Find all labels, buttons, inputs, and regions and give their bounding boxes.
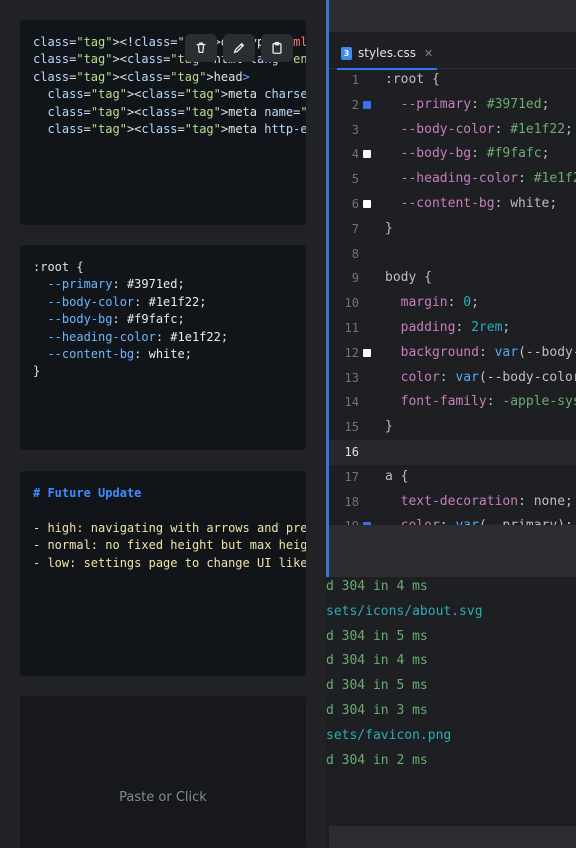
line-number: 2: [351, 97, 359, 112]
color-swatch-icon[interactable]: [363, 200, 371, 208]
code-text: body {: [385, 270, 432, 286]
code-text: margin: 0;: [400, 295, 479, 311]
code-line[interactable]: 6 --content-bg: white;: [329, 192, 576, 217]
clipboard-item-toolbar: [185, 34, 293, 62]
status-bar: [329, 826, 576, 848]
copy-button[interactable]: [261, 34, 293, 62]
console-link[interactable]: sets/favicon.png: [326, 728, 451, 743]
line-number: 9: [351, 271, 359, 286]
code-line[interactable]: 4 --body-bg: #f9fafc;: [329, 142, 576, 167]
code-line[interactable]: 9 body {: [329, 266, 576, 291]
code-line[interactable]: 15}: [329, 415, 576, 440]
edit-button[interactable]: [223, 34, 255, 62]
paste-area[interactable]: Paste or Click: [20, 696, 306, 848]
code-text: --body-color: #1e1f22;: [400, 121, 573, 137]
color-swatch-icon[interactable]: [363, 150, 371, 159]
line-number: 17: [344, 469, 359, 484]
line-number: 18: [344, 494, 359, 509]
clipboard-item-html[interactable]: class="tag"><!class="tag">doctype html> …: [20, 20, 306, 225]
editor-tab-bar: 3 styles.css ✕: [329, 33, 576, 70]
run-console[interactable]: d 304 in 4 ms sets/icons/about.svg d 304 i…: [326, 577, 576, 827]
tab-styles-css[interactable]: 3 styles.css ✕: [337, 38, 438, 70]
clipboard-item-markdown[interactable]: # Future Update - high: navigating with …: [20, 471, 306, 676]
code-line[interactable]: 12 background: var(--body-bg);: [329, 341, 576, 366]
code-text: font-family: -apple-system;: [400, 394, 576, 410]
console-line: d 304 in 2 ms: [326, 752, 428, 768]
panel-divider: [329, 525, 576, 577]
console-line: d 304 in 3 ms: [326, 703, 428, 718]
line-number: 14: [344, 395, 359, 410]
code-text: }: [385, 220, 393, 236]
close-icon[interactable]: ✕: [424, 47, 433, 60]
code-editor[interactable]: 1:root {2 --primary: #3971ed; 3 --body-co…: [329, 68, 576, 525]
code-line[interactable]: 16: [329, 440, 576, 465]
console-line: d 304 in 5 ms: [326, 628, 428, 644]
code-line[interactable]: 7}: [329, 217, 576, 242]
delete-button[interactable]: [185, 34, 217, 62]
console-line: d 304 in 5 ms: [326, 678, 428, 694]
code-text: text-decoration: none;: [400, 493, 573, 509]
editor-title-bar: [329, 0, 576, 33]
code-text: color: var(--primary);: [385, 514, 573, 525]
code-text: :root {: [385, 72, 440, 87]
code-line[interactable]: 2 --primary: #3971ed;: [329, 93, 576, 118]
code-text: padding: 2rem;: [400, 320, 511, 335]
code-text: a {: [385, 468, 409, 484]
clipboard-item-content: # Future Update - high: navigating with …: [33, 486, 306, 570]
clipboard-item-css[interactable]: :root { --primary: #3971ed; --body-color…: [20, 245, 306, 450]
code-text: }: [385, 419, 393, 435]
line-number: 10: [344, 296, 359, 311]
line-number: 12: [344, 345, 359, 360]
line-number: 11: [344, 321, 359, 335]
code-line[interactable]: 10 margin: 0;: [329, 291, 576, 316]
code-text: --content-bg: white;: [400, 196, 558, 211]
color-swatch-icon[interactable]: [363, 175, 371, 184]
color-swatch-icon[interactable]: [363, 125, 371, 134]
clipboard-panel: class="tag"><!class="tag">doctype html> …: [0, 0, 326, 848]
line-number: 16: [344, 445, 359, 459]
code-text: --heading-color: #1e1f22;: [400, 171, 576, 187]
line-number: 4: [351, 147, 359, 162]
line-number: 7: [351, 221, 359, 236]
code-text: color: var(--body-color);: [400, 369, 576, 385]
tab-label: styles.css: [358, 46, 416, 60]
code-line[interactable]: 1 :root {: [329, 68, 576, 93]
css-file-icon: 3: [341, 46, 352, 60]
color-swatch-icon[interactable]: [363, 348, 371, 357]
code-text: background: var(--body-bg);: [400, 344, 576, 360]
line-number: 1: [351, 73, 359, 87]
code-line[interactable]: 17 a {: [329, 465, 576, 490]
line-number: 15: [344, 420, 359, 435]
code-text: --body-bg: #f9fafc;: [400, 146, 550, 162]
color-swatch-icon[interactable]: [363, 100, 371, 109]
code-line[interactable]: 5 --heading-color: #1e1f22;: [329, 167, 576, 192]
clipboard-icon: [272, 41, 282, 54]
code-text: --primary: #3971ed;: [400, 96, 550, 112]
line-number: 13: [344, 370, 359, 385]
trash-icon: [196, 42, 206, 54]
line-number: 3: [351, 122, 359, 137]
console-line: d 304 in 4 ms: [326, 579, 428, 594]
code-line[interactable]: 8: [329, 242, 576, 267]
code-line[interactable]: 3 --body-color: #1e1f22;: [329, 118, 576, 143]
line-number: 5: [351, 172, 359, 187]
line-number: 8: [351, 246, 359, 261]
code-line[interactable]: 11 padding: 2rem;: [329, 316, 576, 341]
pencil-icon: [233, 42, 245, 54]
clipboard-item-content: :root { --primary: #3971ed; --body-color…: [33, 260, 229, 379]
line-number: 19: [329, 514, 359, 525]
console-line: d 304 in 4 ms: [326, 653, 428, 669]
code-line[interactable]: 19 color: var(--primary);: [329, 514, 576, 525]
code-line[interactable]: 13 color: var(--body-color);: [329, 366, 576, 391]
line-number: 6: [351, 197, 359, 211]
console-link[interactable]: sets/icons/about.svg: [326, 604, 483, 619]
code-line[interactable]: 14 font-family: -apple-system;: [329, 390, 576, 415]
code-line[interactable]: 18 text-decoration: none;: [329, 490, 576, 515]
paste-label: Paste or Click: [119, 790, 207, 805]
